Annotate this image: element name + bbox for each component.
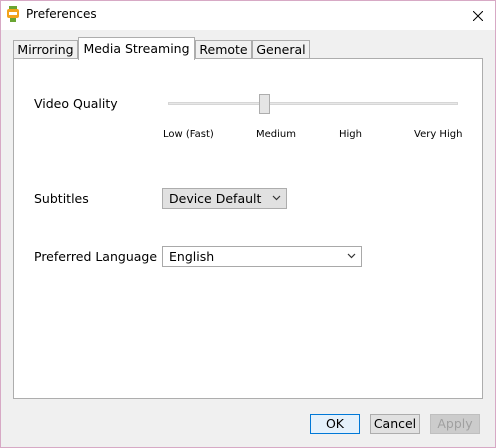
window-title: Preferences — [26, 7, 97, 21]
close-button[interactable] — [461, 1, 495, 30]
title-bar: Preferences — [1, 1, 495, 30]
ok-button[interactable]: OK — [310, 414, 360, 434]
tab-remote[interactable]: Remote — [195, 40, 252, 58]
tick-label-medium: Medium — [256, 129, 296, 140]
tab-media-streaming[interactable]: Media Streaming — [78, 37, 195, 60]
cancel-button[interactable]: Cancel — [370, 414, 420, 434]
chevron-down-icon — [347, 253, 356, 259]
subtitles-dropdown[interactable]: Device Default — [162, 188, 287, 209]
close-icon — [473, 10, 483, 21]
app-icon — [6, 6, 20, 22]
preferred-language-dropdown[interactable]: English — [162, 246, 362, 267]
preferred-language-label: Preferred Language — [34, 249, 158, 264]
tab-mirroring[interactable]: Mirroring — [13, 40, 78, 58]
preferred-language-value: English — [169, 249, 215, 264]
tick-label-low: Low (Fast) — [163, 129, 214, 140]
tick-label-high: High — [339, 129, 362, 140]
subtitles-label: Subtitles — [34, 191, 89, 206]
subtitles-value: Device Default — [169, 191, 262, 206]
video-quality-slider-thumb[interactable] — [259, 94, 270, 114]
video-quality-label: Video Quality — [34, 96, 118, 111]
apply-button[interactable]: Apply — [430, 414, 480, 434]
preferences-window: Preferences Mirroring Media Streaming Re… — [0, 0, 496, 448]
tick-label-very-high: Very High — [414, 129, 463, 140]
video-quality-slider-track[interactable] — [168, 102, 458, 105]
chevron-down-icon — [272, 195, 281, 201]
tab-general[interactable]: General — [252, 40, 310, 58]
